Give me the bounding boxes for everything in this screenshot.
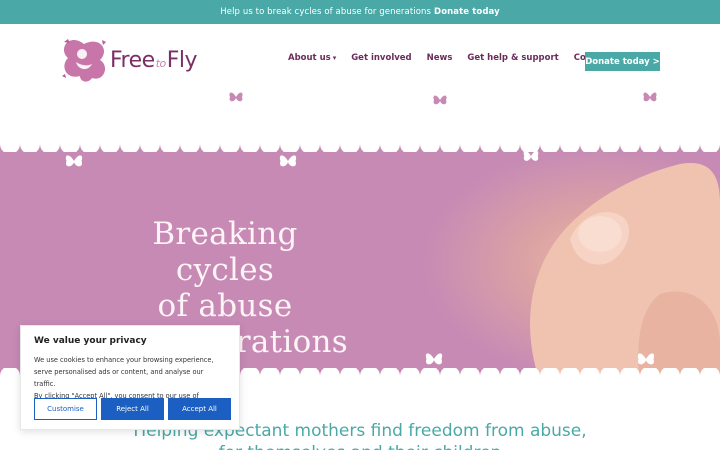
butterfly-icon — [425, 353, 443, 365]
scallop-top-divider — [0, 136, 720, 152]
top-banner: Help us to break cycles of abuse for gen… — [0, 0, 720, 24]
hands-illustration — [530, 163, 720, 382]
butterfly-icon — [643, 92, 657, 102]
donate-button[interactable]: Donate today > — [585, 52, 660, 71]
butterfly-icon — [433, 95, 447, 105]
chevron-down-icon: ▾ — [332, 54, 337, 62]
cookie-buttons: Customise Reject All Accept All — [34, 398, 231, 420]
logo-butterfly-mother-icon — [62, 39, 106, 82]
hero-photo-hands — [420, 144, 720, 382]
butterfly-icon — [65, 155, 83, 167]
accept-all-button[interactable]: Accept All — [168, 398, 231, 420]
logo[interactable]: FreetoFly — [58, 36, 208, 86]
site-header: FreetoFly About us ▾ Get involved News Ge… — [0, 24, 720, 100]
cookie-consent-dialog: We value your privacy We use cookies to … — [20, 325, 240, 430]
page: Help us to break cycles of abuse for gen… — [0, 0, 720, 450]
top-banner-donate-link[interactable]: Donate today — [434, 7, 500, 17]
nav-item-get-help[interactable]: Get help & support — [467, 53, 558, 63]
nav-item-news[interactable]: News — [427, 53, 453, 63]
butterfly-icon — [229, 92, 243, 102]
customise-button[interactable]: Customise — [34, 398, 97, 420]
nav-item-about-us[interactable]: About us ▾ — [288, 53, 336, 63]
top-banner-text: Help us to break cycles of abuse for gen… — [220, 7, 432, 17]
cookie-title: We value your privacy — [34, 336, 147, 346]
nav-item-get-involved[interactable]: Get involved — [351, 53, 411, 63]
butterfly-icon — [637, 353, 655, 365]
reject-all-button[interactable]: Reject All — [101, 398, 164, 420]
butterfly-icon — [279, 155, 297, 167]
logo-wordmark: FreetoFly — [110, 48, 198, 73]
